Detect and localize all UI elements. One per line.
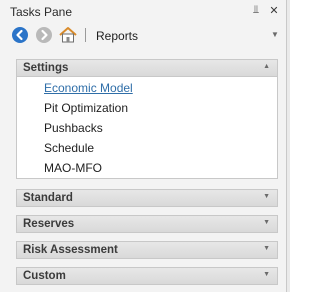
forward-arrow-icon <box>36 27 52 43</box>
pane-splitter[interactable] <box>286 0 290 292</box>
current-page-title: Reports <box>96 29 139 43</box>
back-button[interactable] <box>11 26 29 44</box>
chevron-down-icon[interactable]: ▼ <box>263 219 270 226</box>
home-icon <box>59 27 77 43</box>
settings-item-economic-model[interactable]: Economic Model <box>44 81 133 95</box>
section-header-settings[interactable]: Settings ▲ <box>17 60 277 76</box>
tasks-pane-titlebar: Tasks Pane ⫫ ✕ <box>0 0 286 22</box>
section-title-standard: Standard <box>23 192 73 204</box>
chevron-up-icon[interactable]: ▲ <box>263 63 270 70</box>
forward-button[interactable] <box>35 26 53 44</box>
section-custom: Custom ▼ <box>16 267 278 285</box>
nav-separator <box>85 28 86 42</box>
section-header-custom[interactable]: Custom ▼ <box>17 268 277 284</box>
section-risk-assessment: Risk Assessment ▼ <box>16 241 278 259</box>
settings-item-schedule[interactable]: Schedule <box>44 141 94 155</box>
section-title-reserves: Reserves <box>23 218 75 230</box>
navigation-dropdown-icon[interactable]: ▼ <box>271 30 279 39</box>
close-icon[interactable]: ✕ <box>267 3 281 17</box>
tasks-pane: Tasks Pane ⫫ ✕ Reports ▼ Settings ▲ Econ… <box>0 0 286 292</box>
section-body-settings: Economic Model Pit Optimization Pushback… <box>17 76 277 178</box>
settings-item-pushbacks[interactable]: Pushbacks <box>44 121 103 135</box>
section-reserves: Reserves ▼ <box>16 215 278 233</box>
back-arrow-icon <box>12 27 28 43</box>
section-title-risk-assessment: Risk Assessment <box>23 244 118 256</box>
section-header-reserves[interactable]: Reserves ▼ <box>17 216 277 232</box>
chevron-down-icon[interactable]: ▼ <box>263 271 270 278</box>
pin-icon[interactable]: ⫫ <box>249 3 263 17</box>
tasks-pane-title: Tasks Pane <box>10 5 73 19</box>
navigation-bar: Reports ▼ <box>0 22 286 48</box>
section-settings: Settings ▲ Economic Model Pit Optimizati… <box>16 59 278 179</box>
settings-item-mao-mfo[interactable]: MAO-MFO <box>44 161 102 175</box>
section-standard: Standard ▼ <box>16 189 278 207</box>
section-header-risk-assessment[interactable]: Risk Assessment ▼ <box>17 242 277 258</box>
section-title-settings: Settings <box>23 62 69 74</box>
home-button[interactable] <box>58 26 78 44</box>
section-title-custom: Custom <box>23 270 66 282</box>
settings-item-pit-optimization[interactable]: Pit Optimization <box>44 101 128 115</box>
chevron-down-icon[interactable]: ▼ <box>263 193 270 200</box>
section-header-standard[interactable]: Standard ▼ <box>17 190 277 206</box>
chevron-down-icon[interactable]: ▼ <box>263 245 270 252</box>
